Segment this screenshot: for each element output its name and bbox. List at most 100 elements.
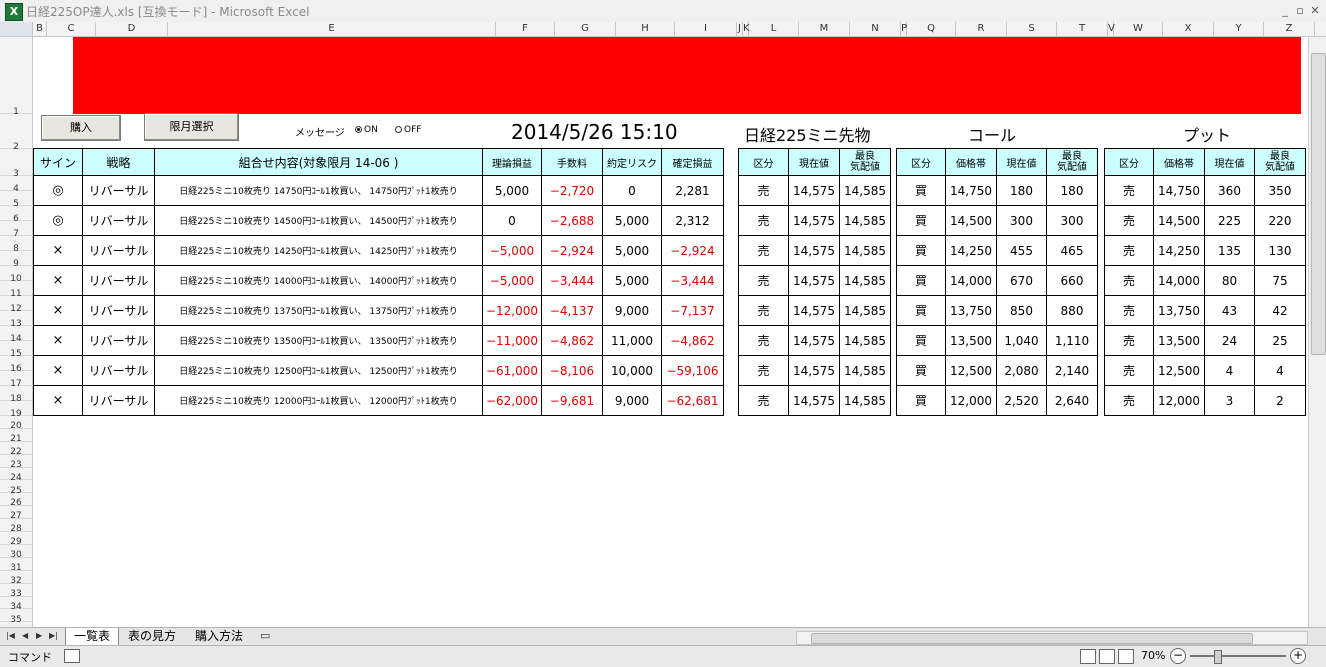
strategy-cell[interactable]: × — [33, 235, 83, 266]
strategy-cell[interactable]: 日経225ミニ10枚売り 12500円ｺｰﾙ1枚買い、 12500円ﾌﾟｯﾄ1枚… — [154, 355, 483, 386]
put-cell[interactable]: 80 — [1204, 265, 1255, 296]
row-header-cell[interactable]: 17 — [0, 371, 32, 389]
worksheet[interactable]: 購入 限月選択 メッセージ ON OFF 2014/5/26 15:10 日経2… — [33, 37, 1308, 627]
strategy-cell[interactable]: リバーサル — [82, 235, 155, 266]
put-cell[interactable]: 3 — [1204, 385, 1255, 416]
row-header-cell[interactable]: 2 — [0, 114, 32, 152]
last-sheet-icon[interactable]: ▶| — [49, 631, 58, 640]
column-header-cell[interactable]: X — [1163, 22, 1214, 36]
strategy-cell[interactable]: −2,924 — [661, 235, 724, 266]
row-header-cell[interactable]: 14 — [0, 326, 32, 344]
excel-icon[interactable]: X — [5, 3, 23, 21]
call-cell[interactable]: 13,500 — [945, 325, 997, 356]
column-header-cell[interactable]: Q — [907, 22, 956, 36]
put-cell[interactable]: 12,000 — [1153, 385, 1205, 416]
futures-cell[interactable]: 売 — [738, 205, 789, 236]
row-header-cell[interactable]: 11 — [0, 281, 32, 299]
call-cell[interactable]: 2,520 — [996, 385, 1047, 416]
strategy-cell[interactable]: 10,000 — [602, 355, 662, 386]
put-cell[interactable]: 14,000 — [1153, 265, 1205, 296]
put-cell[interactable]: 360 — [1204, 175, 1255, 206]
close-icon[interactable]: ✕ — [1308, 4, 1322, 18]
radio-off[interactable]: OFF — [395, 125, 421, 135]
call-cell[interactable]: 14,000 — [945, 265, 997, 296]
strategy-cell[interactable]: 5,000 — [482, 175, 542, 206]
strategy-cell[interactable]: 0 — [482, 205, 542, 236]
put-cell[interactable]: 14,750 — [1153, 175, 1205, 206]
next-sheet-icon[interactable]: ▶ — [36, 631, 42, 640]
strategy-cell[interactable]: 2,281 — [661, 175, 724, 206]
minimize-icon[interactable]: _ — [1278, 4, 1292, 18]
put-cell[interactable]: 2 — [1254, 385, 1306, 416]
column-header-cell[interactable]: I — [675, 22, 737, 36]
strategy-cell[interactable]: × — [33, 325, 83, 356]
strategy-cell[interactable]: リバーサル — [82, 295, 155, 326]
call-cell[interactable]: 買 — [896, 235, 946, 266]
put-cell[interactable]: 350 — [1254, 175, 1306, 206]
futures-cell[interactable]: 売 — [738, 325, 789, 356]
tab-overview[interactable]: 一覧表 — [65, 628, 119, 646]
put-cell[interactable]: 25 — [1254, 325, 1306, 356]
row-header-cell[interactable]: 21 — [0, 429, 32, 444]
strategy-cell[interactable]: × — [33, 355, 83, 386]
strategy-cell[interactable]: −2,720 — [541, 175, 603, 206]
call-cell[interactable]: 買 — [896, 295, 946, 326]
radio-on[interactable]: ON — [355, 125, 378, 135]
put-cell[interactable]: 売 — [1104, 235, 1154, 266]
put-cell[interactable]: 130 — [1254, 235, 1306, 266]
zoom-slider-thumb[interactable] — [1214, 650, 1222, 664]
call-cell[interactable]: 465 — [1046, 235, 1098, 266]
call-cell[interactable]: 300 — [1046, 205, 1098, 236]
column-header-cell[interactable]: N — [850, 22, 901, 36]
row-header-cell[interactable]: 28 — [0, 519, 32, 534]
column-header-cell[interactable]: G — [555, 22, 616, 36]
call-cell[interactable]: 2,640 — [1046, 385, 1098, 416]
strategy-cell[interactable]: 9,000 — [602, 295, 662, 326]
put-cell[interactable]: 売 — [1104, 175, 1154, 206]
row-header-cell[interactable]: 27 — [0, 506, 32, 521]
call-cell[interactable]: 買 — [896, 385, 946, 416]
strategy-cell[interactable]: −4,862 — [661, 325, 724, 356]
call-cell[interactable]: 14,250 — [945, 235, 997, 266]
futures-cell[interactable]: 14,575 — [788, 295, 840, 326]
strategy-cell[interactable]: 5,000 — [602, 205, 662, 236]
strategy-cell[interactable]: −4,137 — [541, 295, 603, 326]
futures-cell[interactable]: 売 — [738, 265, 789, 296]
call-cell[interactable]: 670 — [996, 265, 1047, 296]
normal-view-icon[interactable] — [1080, 649, 1096, 664]
row-header-cell[interactable]: 4 — [0, 176, 32, 194]
row-header-cell[interactable]: 22 — [0, 442, 32, 457]
strategy-cell[interactable]: リバーサル — [82, 175, 155, 206]
call-cell[interactable]: 買 — [896, 175, 946, 206]
put-cell[interactable]: 24 — [1204, 325, 1255, 356]
put-cell[interactable]: 売 — [1104, 325, 1154, 356]
futures-cell[interactable]: 14,585 — [839, 235, 891, 266]
strategy-cell[interactable]: ◎ — [33, 205, 83, 236]
futures-cell[interactable]: 14,585 — [839, 385, 891, 416]
put-cell[interactable]: 13,500 — [1153, 325, 1205, 356]
radio-on-dot[interactable] — [355, 126, 362, 133]
futures-cell[interactable]: 14,575 — [788, 355, 840, 386]
put-cell[interactable]: 売 — [1104, 295, 1154, 326]
futures-cell[interactable]: 14,585 — [839, 295, 891, 326]
row-header-cell[interactable]: 15 — [0, 341, 32, 359]
put-cell[interactable]: 4 — [1204, 355, 1255, 386]
call-cell[interactable]: 13,750 — [945, 295, 997, 326]
month-select-button[interactable]: 限月選択 — [144, 113, 239, 141]
futures-cell[interactable]: 売 — [738, 295, 789, 326]
put-cell[interactable]: 225 — [1204, 205, 1255, 236]
futures-cell[interactable]: 14,585 — [839, 205, 891, 236]
call-cell[interactable]: 買 — [896, 205, 946, 236]
call-cell[interactable]: 14,500 — [945, 205, 997, 236]
strategy-cell[interactable]: −9,681 — [541, 385, 603, 416]
strategy-cell[interactable]: ◎ — [33, 175, 83, 206]
row-header-cell[interactable]: 33 — [0, 584, 32, 599]
row-header-cell[interactable]: 7 — [0, 221, 32, 239]
column-header-cell[interactable]: F — [496, 22, 555, 36]
futures-cell[interactable]: 14,585 — [839, 265, 891, 296]
zoom-slider[interactable] — [1190, 655, 1286, 657]
column-header-cell[interactable]: E — [168, 22, 496, 36]
column-header-cell[interactable]: L — [749, 22, 799, 36]
select-all-corner[interactable] — [0, 22, 33, 36]
strategy-cell[interactable]: 9,000 — [602, 385, 662, 416]
